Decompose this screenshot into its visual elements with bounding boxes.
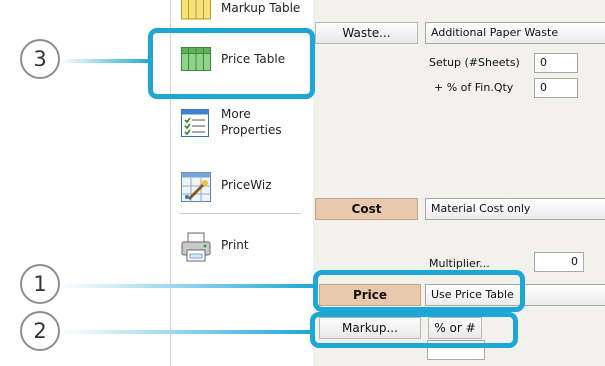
markup-table-icon [181,0,211,20]
sidebar-item-label-line1: More [221,107,251,121]
pricewiz-icon [181,172,211,202]
sidebar-item-print[interactable]: Print [181,232,301,264]
cost-select[interactable]: Material Cost only [425,198,605,220]
sidebar-item-label-line2: Properties [221,123,282,137]
fin-qty-percent-input[interactable]: 0 [534,78,578,98]
sidebar-item-label: PriceWiz [221,178,272,192]
callout-1-leader [60,284,318,288]
sidebar-divider [179,213,301,214]
callout-2-leader [60,330,314,334]
printer-icon [181,232,211,262]
sidebar-item-label: Print [221,238,249,252]
multiplier-label: Multiplier... [429,257,490,270]
callout-2-badge: 2 [20,311,60,351]
callout-3-highlight [148,28,315,99]
multiplier-input[interactable]: 0 [534,252,584,272]
callout-3-badge: 3 [20,39,60,79]
cost-button[interactable]: Cost [315,198,418,220]
sidebar-item-markup-table[interactable]: Markup Table [181,0,301,20]
callout-3-leader [60,59,152,63]
callout-1-badge: 1 [20,264,60,304]
callout-2-highlight [310,312,518,348]
more-properties-icon [181,109,209,137]
fin-qty-label: + % of Fin.Qty [434,81,514,94]
sidebar-item-label: Markup Table [221,1,301,15]
sidebar-item-more-properties[interactable]: More Properties [181,106,301,140]
callout-1-highlight [313,270,525,312]
setup-label: Setup (#Sheets) [429,56,520,69]
waste-button[interactable]: Waste... [315,22,418,44]
setup-sheets-input[interactable]: 0 [534,53,578,73]
waste-select[interactable]: Additional Paper Waste [425,22,605,44]
sidebar-item-pricewiz[interactable]: PriceWiz [181,172,301,204]
